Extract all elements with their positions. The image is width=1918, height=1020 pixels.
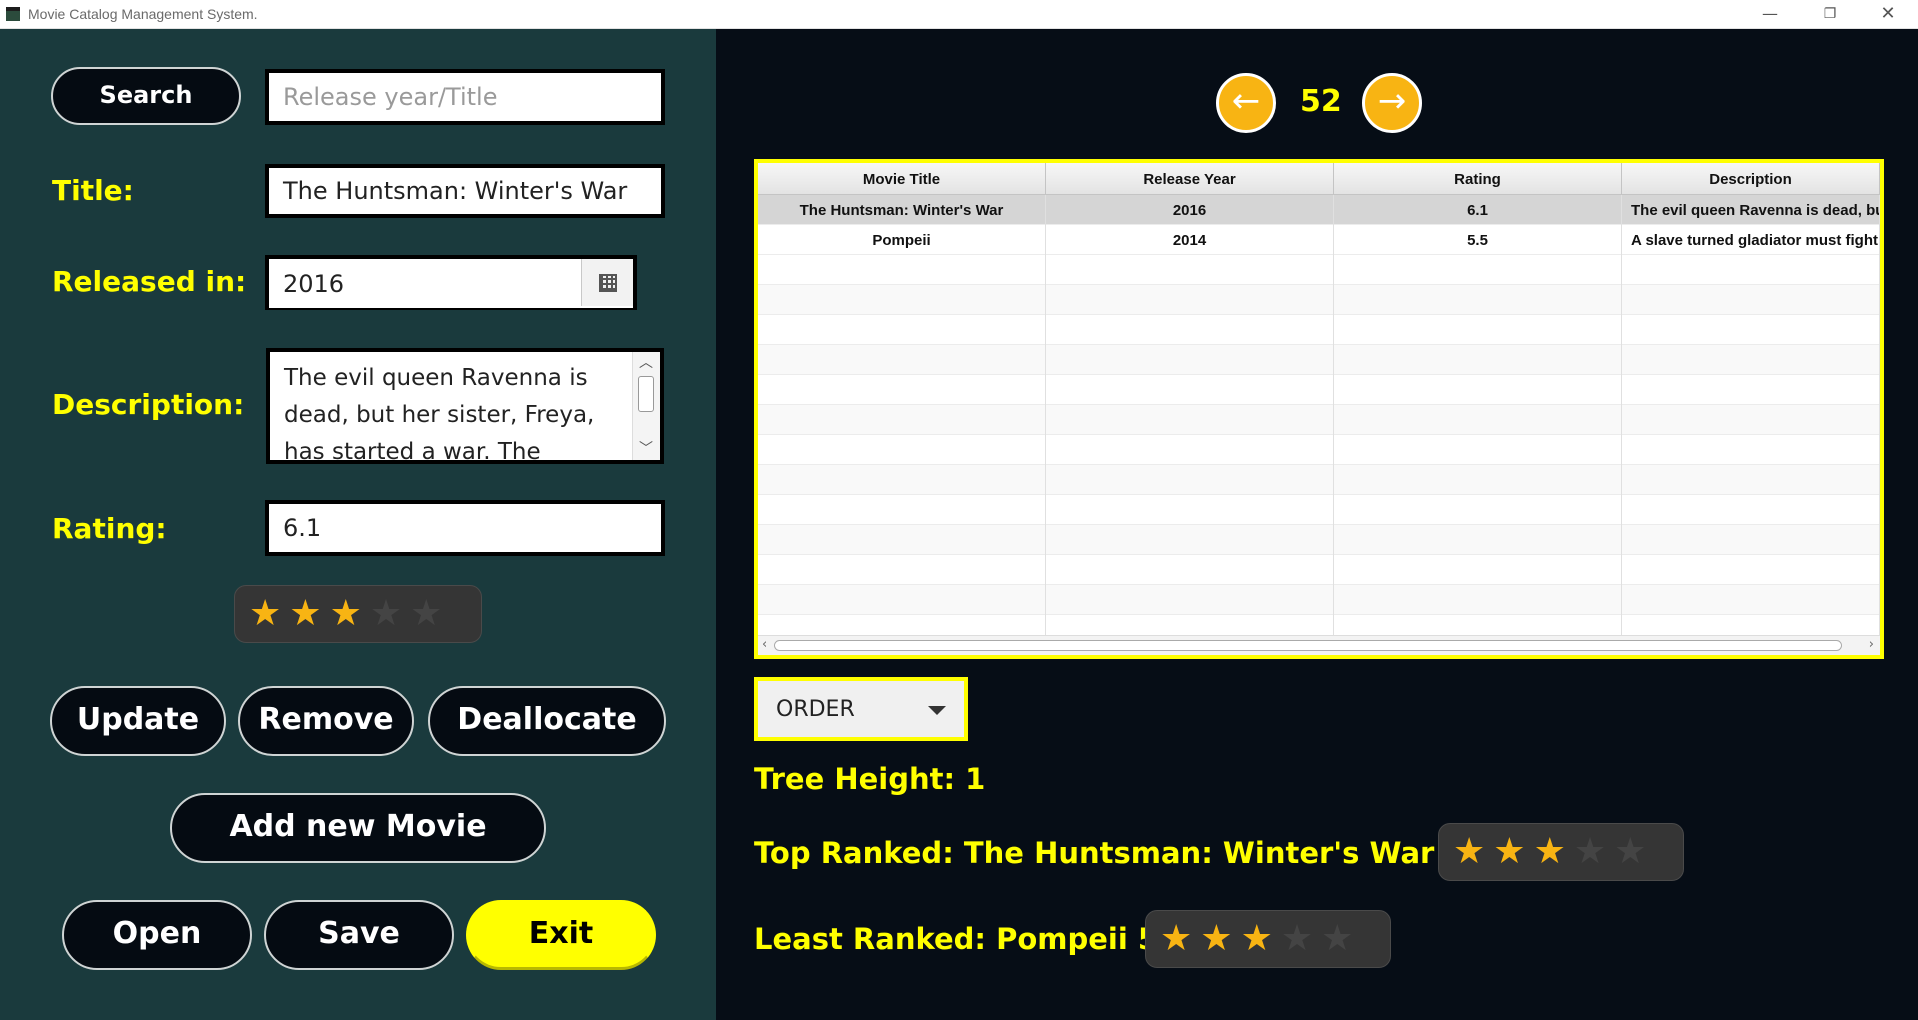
- rating-value: 6.1: [283, 514, 322, 542]
- cell-title: The Huntsman: Winter's War: [758, 195, 1046, 225]
- star-empty-icon: ★: [1280, 918, 1314, 959]
- movie-table[interactable]: Movie Title Release Year Rating Descript…: [754, 159, 1884, 659]
- table-body: The Huntsman: Winter's War 2016 6.1 The …: [758, 195, 1880, 645]
- order-dropdown[interactable]: ORDER: [754, 677, 968, 741]
- chevron-down-icon: [928, 706, 946, 715]
- empty-row: [758, 345, 1880, 375]
- rating-label: Rating:: [52, 512, 167, 545]
- cell-release-year: 2016: [1046, 195, 1334, 225]
- star-filled-icon: ★: [1453, 831, 1486, 872]
- released-label: Released in:: [52, 265, 247, 298]
- star-empty-icon[interactable]: ★: [410, 596, 442, 632]
- release-date-picker[interactable]: 2016: [265, 255, 637, 310]
- search-placeholder: Release year/Title: [283, 83, 498, 111]
- empty-row: [758, 405, 1880, 435]
- window-titlebar: Movie Catalog Management System. — ❐ ✕: [0, 0, 1918, 29]
- table-horizontal-scrollbar[interactable]: ‹ ›: [758, 635, 1880, 655]
- table-header: Movie Title Release Year Rating Descript…: [758, 163, 1880, 195]
- prev-page-button[interactable]: ←: [1216, 73, 1276, 133]
- deallocate-button[interactable]: Deallocate: [428, 686, 666, 756]
- cell-rating: 6.1: [1334, 195, 1622, 225]
- empty-row: [758, 495, 1880, 525]
- remove-button[interactable]: Remove: [238, 686, 414, 756]
- search-input[interactable]: Release year/Title: [265, 69, 665, 125]
- star-filled-icon[interactable]: ★: [289, 596, 321, 632]
- calendar-icon: [598, 273, 617, 292]
- table-row[interactable]: Pompeii 2014 5.5 A slave turned gladiato…: [758, 225, 1880, 255]
- scroll-down-icon[interactable]: ﹀: [639, 442, 653, 456]
- save-button[interactable]: Save: [264, 900, 454, 970]
- horizontal-scroll-thumb[interactable]: [774, 640, 1842, 651]
- cell-description: A slave turned gladiator must fight: [1622, 225, 1880, 255]
- star-empty-icon: ★: [1321, 918, 1354, 959]
- exit-button[interactable]: Exit: [466, 900, 656, 970]
- page-number: 52: [1300, 84, 1342, 119]
- rating-input[interactable]: 6.1: [265, 500, 665, 556]
- description-label: Description:: [52, 388, 245, 421]
- empty-row: [758, 555, 1880, 585]
- description-textarea[interactable]: The evil queen Ravenna is dead, but her …: [266, 348, 664, 464]
- add-new-movie-button[interactable]: Add new Movie: [170, 793, 546, 863]
- minimize-icon[interactable]: —: [1752, 2, 1788, 26]
- top-ranked-text: Top Ranked: The Huntsman: Winter's War 6…: [754, 836, 1496, 870]
- scroll-left-icon[interactable]: ‹: [762, 637, 767, 652]
- title-value: The Huntsman: Winter's War: [283, 177, 628, 205]
- rating-stars[interactable]: ★ ★ ★ ★ ★: [234, 585, 482, 643]
- release-date-value: 2016: [283, 269, 345, 298]
- column-header-rating[interactable]: Rating: [1334, 163, 1622, 195]
- star-filled-icon: ★: [1533, 831, 1566, 872]
- star-filled-icon: ★: [1160, 918, 1193, 959]
- order-selected: ORDER: [776, 696, 855, 722]
- star-empty-icon: ★: [1573, 831, 1607, 872]
- arrow-left-icon: ←: [1231, 81, 1261, 121]
- tree-height-text: Tree Height: 1: [754, 762, 986, 796]
- star-filled-icon: ★: [1200, 918, 1233, 959]
- empty-row: [758, 375, 1880, 405]
- empty-row: [758, 435, 1880, 465]
- cell-title: Pompeii: [758, 225, 1046, 255]
- column-header-description[interactable]: Description: [1622, 163, 1880, 195]
- title-input[interactable]: The Huntsman: Winter's War: [265, 164, 665, 218]
- cell-rating: 5.5: [1334, 225, 1622, 255]
- cell-release-year: 2014: [1046, 225, 1334, 255]
- star-filled-icon: ★: [1493, 831, 1526, 872]
- arrow-right-icon: →: [1377, 81, 1407, 121]
- least-ranked-stars: ★ ★ ★ ★ ★: [1145, 910, 1391, 968]
- column-header-title[interactable]: Movie Title: [758, 163, 1046, 195]
- description-value: The evil queen Ravenna is dead, but her …: [284, 365, 595, 464]
- column-header-release-year[interactable]: Release Year: [1046, 163, 1334, 195]
- top-ranked-stars: ★ ★ ★ ★ ★: [1438, 823, 1684, 881]
- empty-row: [758, 255, 1880, 285]
- next-page-button[interactable]: →: [1362, 73, 1422, 133]
- close-icon[interactable]: ✕: [1870, 2, 1906, 26]
- update-button[interactable]: Update: [50, 686, 226, 756]
- star-filled-icon: ★: [1240, 918, 1273, 959]
- scroll-thumb[interactable]: [638, 376, 654, 412]
- star-empty-icon: ★: [1614, 831, 1647, 872]
- cell-description: The evil queen Ravenna is dead, bu: [1622, 195, 1880, 225]
- restore-icon[interactable]: ❐: [1812, 2, 1848, 26]
- star-filled-icon[interactable]: ★: [249, 596, 281, 632]
- empty-row: [758, 525, 1880, 555]
- window-title: Movie Catalog Management System.: [28, 6, 258, 22]
- scroll-right-icon[interactable]: ›: [1869, 637, 1874, 652]
- search-button[interactable]: Search: [51, 67, 241, 125]
- table-row[interactable]: The Huntsman: Winter's War 2016 6.1 The …: [758, 195, 1880, 225]
- open-button[interactable]: Open: [62, 900, 252, 970]
- star-empty-icon[interactable]: ★: [370, 596, 402, 632]
- clapperboard-icon: [6, 7, 20, 21]
- description-scrollbar[interactable]: ︿ ﹀: [632, 352, 660, 460]
- empty-row: [758, 315, 1880, 345]
- least-ranked-text: Least Ranked: Pompeii 5.5: [754, 922, 1190, 956]
- scroll-up-icon[interactable]: ︿: [639, 356, 653, 370]
- empty-row: [758, 285, 1880, 315]
- empty-row: [758, 465, 1880, 495]
- title-label: Title:: [52, 174, 134, 207]
- star-filled-icon[interactable]: ★: [330, 596, 362, 632]
- calendar-button[interactable]: [581, 259, 633, 306]
- empty-row: [758, 585, 1880, 615]
